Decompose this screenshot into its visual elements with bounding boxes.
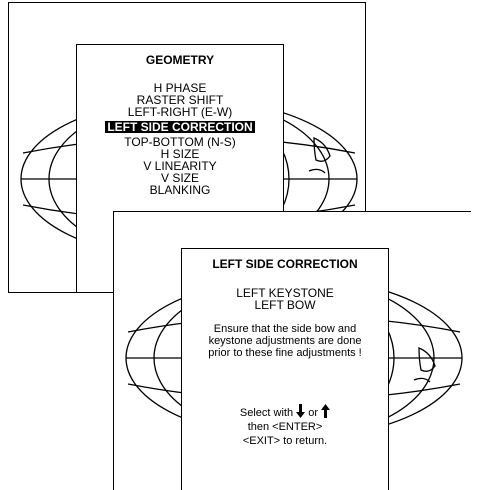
navigation-help: Select with or then <ENTER> <EXIT> to re… [182, 404, 388, 448]
or-text: or [308, 407, 319, 419]
note-line: keystone adjustments are done [208, 335, 362, 347]
arrow-down-icon [296, 404, 306, 418]
menu-item-blanking[interactable]: BLANKING [77, 184, 283, 196]
menu-item-left-side-correction[interactable]: LEFT SIDE CORRECTION [105, 121, 255, 133]
enter-line: then <ENTER> [247, 421, 323, 433]
exit-line: <EXIT> to return. [242, 435, 328, 447]
left-side-correction-screen: LEFT SIDE CORRECTION LEFT KEYSTONE LEFT … [113, 211, 471, 490]
correction-menu-list: LEFT KEYSTONE LEFT BOW [182, 287, 388, 311]
select-text: Select with [239, 407, 294, 419]
select-line: Select with or [182, 404, 388, 420]
left-side-correction-menu: LEFT SIDE CORRECTION LEFT KEYSTONE LEFT … [181, 248, 389, 490]
menu-title: GEOMETRY [145, 53, 215, 67]
note-line: prior to these fine adjustments ! [208, 347, 362, 359]
menu-title: LEFT SIDE CORRECTION [212, 257, 358, 271]
adjustment-note: Ensure that the side bow and keystone ad… [182, 323, 388, 359]
menu-item-left-bow[interactable]: LEFT BOW [182, 299, 388, 311]
geometry-menu-list: H PHASE RASTER SHIFT LEFT-RIGHT (E-W) LE… [77, 82, 283, 196]
menu-item-left-right[interactable]: LEFT-RIGHT (E-W) [77, 106, 283, 118]
arrow-up-icon [321, 404, 331, 418]
note-line: Ensure that the side bow and [213, 323, 357, 335]
